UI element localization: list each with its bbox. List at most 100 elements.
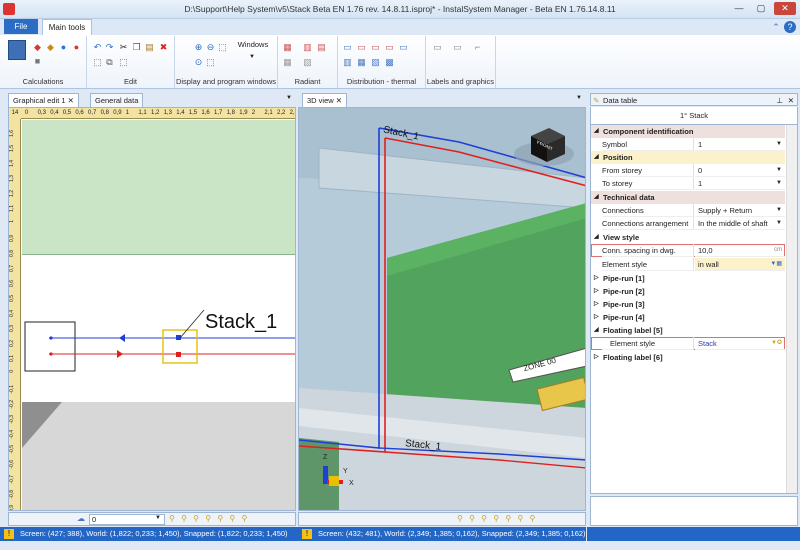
property-scrollbar[interactable] <box>786 125 797 493</box>
row-conn-spacing[interactable]: Conn. spacing in dwg. 10,0 cm <box>591 244 785 257</box>
distribution-icon-9[interactable]: ▩ <box>384 57 395 67</box>
calc-icon-3[interactable]: ■ <box>32 56 43 66</box>
tab-graphical-edit[interactable]: Graphical edit 1 ✕ <box>8 93 79 107</box>
row-connections-arrangement[interactable]: Connections arrangement In the middle of … <box>591 217 785 230</box>
warning-icon[interactable]: ! <box>4 529 14 540</box>
redo-icon[interactable]: ↷ <box>104 42 115 52</box>
expand-arrow-icon[interactable]: ◢ <box>594 191 599 204</box>
snap-tools-icon[interactable]: ⚲ ⚲ ⚲ ⚲ ⚲ ⚲ ⚲ <box>169 514 249 523</box>
windows-dropdown-icon[interactable]: ▼ <box>249 54 255 60</box>
panel-close-icon[interactable]: ✕ <box>788 94 794 107</box>
select-icon[interactable]: ⬚ <box>92 57 103 67</box>
expand-arrow-icon[interactable]: ◢ <box>594 324 599 337</box>
zoom-extents-icon[interactable]: ⬚ <box>205 57 216 67</box>
distribution-icon-8[interactable]: ▧ <box>370 57 381 67</box>
row-symbol[interactable]: Symbol 1 ▼ <box>591 138 785 151</box>
pipe-run-2[interactable]: ▷ Pipe-run [2] <box>591 285 785 298</box>
distribution-icon-2[interactable]: ▭ <box>356 42 367 52</box>
delete-icon[interactable]: ✖ <box>158 42 169 52</box>
dropdown-icon[interactable]: ▼ <box>776 138 782 151</box>
section-position[interactable]: ◢ Position <box>591 151 785 164</box>
radiant-icon-1[interactable]: ▦ <box>282 42 293 52</box>
label-icon-1[interactable]: ▭ <box>432 42 443 52</box>
dropdown-icon[interactable]: ▼ <box>776 177 782 190</box>
collapse-arrow-icon[interactable]: ▷ <box>594 285 599 298</box>
minimize-button[interactable]: — <box>730 2 748 15</box>
label-icon-3[interactable]: ⌐ <box>472 42 483 52</box>
mirror-icon[interactable]: ⬚ <box>118 57 129 67</box>
drop-icon[interactable]: ● <box>58 42 69 52</box>
collapse-ribbon-icon[interactable]: ⌃ <box>770 21 782 33</box>
zoom-out-icon[interactable]: ⊖ <box>205 42 216 52</box>
row-to-storey[interactable]: To storey 1 ▼ <box>591 177 785 190</box>
style-picker-icon[interactable]: ▼✪ <box>771 337 782 350</box>
pipe-run-4[interactable]: ▷ Pipe-run [4] <box>591 311 785 324</box>
row-from-storey-value[interactable]: 0 <box>695 164 785 177</box>
section-floating-label-6[interactable]: ▷ Floating label [6] <box>591 351 785 364</box>
dropdown-icon[interactable]: ▼ <box>776 204 782 217</box>
expand-arrow-icon[interactable]: ◢ <box>594 231 599 244</box>
tab-3d-close-icon[interactable]: ✕ <box>336 96 342 105</box>
dropdown-icon[interactable]: ▼ <box>776 217 782 230</box>
radiant-icon-2[interactable]: ▥ <box>302 42 313 52</box>
distribution-icon-7[interactable]: ▦ <box>356 57 367 67</box>
pin-icon[interactable]: ⊥ <box>776 94 783 107</box>
view3d-canvas[interactable]: Stack_1 Stack_1 ZONE 00 FRONT Z Y X <box>298 107 586 511</box>
radiant-icon-4[interactable]: ▦ <box>282 57 293 67</box>
tab-close-icon[interactable]: ✕ <box>68 96 74 105</box>
row-floating-element-style[interactable]: Element style Stack ▼✪ <box>591 337 785 350</box>
distribution-icon-4[interactable]: ▭ <box>384 42 395 52</box>
zoom-window-icon[interactable]: ⬚ <box>217 42 228 52</box>
zoom-all-icon[interactable]: ⊙ <box>193 57 204 67</box>
maximize-button[interactable]: ▢ <box>752 2 770 15</box>
tab-3d-view[interactable]: 3D view ✕ <box>302 93 348 107</box>
style-picker-icon[interactable]: ▼▦ <box>770 258 782 271</box>
stack-label[interactable]: Stack_1 <box>205 311 277 334</box>
calc-icon-2[interactable]: ◆ <box>45 42 56 52</box>
distribution-icon-1[interactable]: ▭ <box>342 42 353 52</box>
row-to-storey-value[interactable]: 1 <box>695 177 785 190</box>
layer-select[interactable]: 0 ▼ <box>89 514 165 525</box>
copy-icon[interactable]: ❐ <box>131 42 142 52</box>
distribution-icon-5[interactable]: ▭ <box>398 42 409 52</box>
calc-icon-1[interactable]: ◆ <box>32 42 43 52</box>
row-element-style[interactable]: Element style in wall ▼▦ <box>591 258 785 271</box>
tabs3d-dropdown-icon[interactable]: ▼ <box>576 95 582 101</box>
distribution-icon-6[interactable]: ▥ <box>342 57 353 67</box>
layer-dropdown-icon[interactable]: ▼ <box>155 515 161 521</box>
collapse-arrow-icon[interactable]: ▷ <box>594 272 599 285</box>
pipe-run-3[interactable]: ▷ Pipe-run [3] <box>591 298 785 311</box>
pipe-run-1[interactable]: ▷ Pipe-run [1] <box>591 272 785 285</box>
section-view-style[interactable]: ◢ View style <box>591 231 785 244</box>
section-floating-label-5[interactable]: ◢ Floating label [5] <box>591 324 785 337</box>
row-conn-arr-value[interactable]: In the middle of shaft <box>695 217 785 230</box>
help-icon[interactable]: ? <box>784 21 796 33</box>
windows-button[interactable]: Windows <box>233 40 273 54</box>
tabs-dropdown-icon[interactable]: ▼ <box>286 95 292 101</box>
radiant-icon-5[interactable]: ▧ <box>302 57 313 67</box>
cut-icon[interactable]: ✂ <box>118 42 129 52</box>
section-component-id[interactable]: ◢ Component identification <box>591 125 785 138</box>
dropdown-icon[interactable]: ▼ <box>776 164 782 177</box>
tab-general-data[interactable]: General data <box>90 93 144 107</box>
collapse-arrow-icon[interactable]: ▷ <box>594 311 599 324</box>
drop-red-icon[interactable]: ● <box>71 42 82 52</box>
collapse-arrow-icon[interactable]: ▷ <box>594 298 599 311</box>
label-icon-2[interactable]: ▭ <box>452 42 463 52</box>
expand-arrow-icon[interactable]: ◢ <box>594 151 599 164</box>
calculations-icon[interactable] <box>8 40 26 60</box>
row-connections[interactable]: Connections Supply + Return ▼ <box>591 204 785 217</box>
section-technical[interactable]: ◢ Technical data <box>591 191 785 204</box>
distribution-icon-3[interactable]: ▭ <box>370 42 381 52</box>
radiant-icon-3[interactable]: ▤ <box>316 42 327 52</box>
collapse-arrow-icon[interactable]: ▷ <box>594 351 599 364</box>
tab-main-tools[interactable]: Main tools <box>42 19 92 35</box>
drawing-canvas[interactable]: 0 0,3 0,4 0,5 0,6 0,7 0,8 0,9 1 1,1 1,2 1,3 1,4 1,5 1,… <box>8 107 296 511</box>
zoom-in-icon[interactable]: ⊕ <box>193 42 204 52</box>
row-from-storey[interactable]: From storey 0 ▼ <box>591 164 785 177</box>
row-conn-spacing-value[interactable]: 10,0 <box>695 244 785 257</box>
undo-icon[interactable]: ↶ <box>92 42 103 52</box>
group-icon[interactable]: ⧉ <box>104 57 115 67</box>
close-button[interactable]: ✕ <box>774 2 796 15</box>
paste-icon[interactable]: ▤ <box>144 42 155 52</box>
